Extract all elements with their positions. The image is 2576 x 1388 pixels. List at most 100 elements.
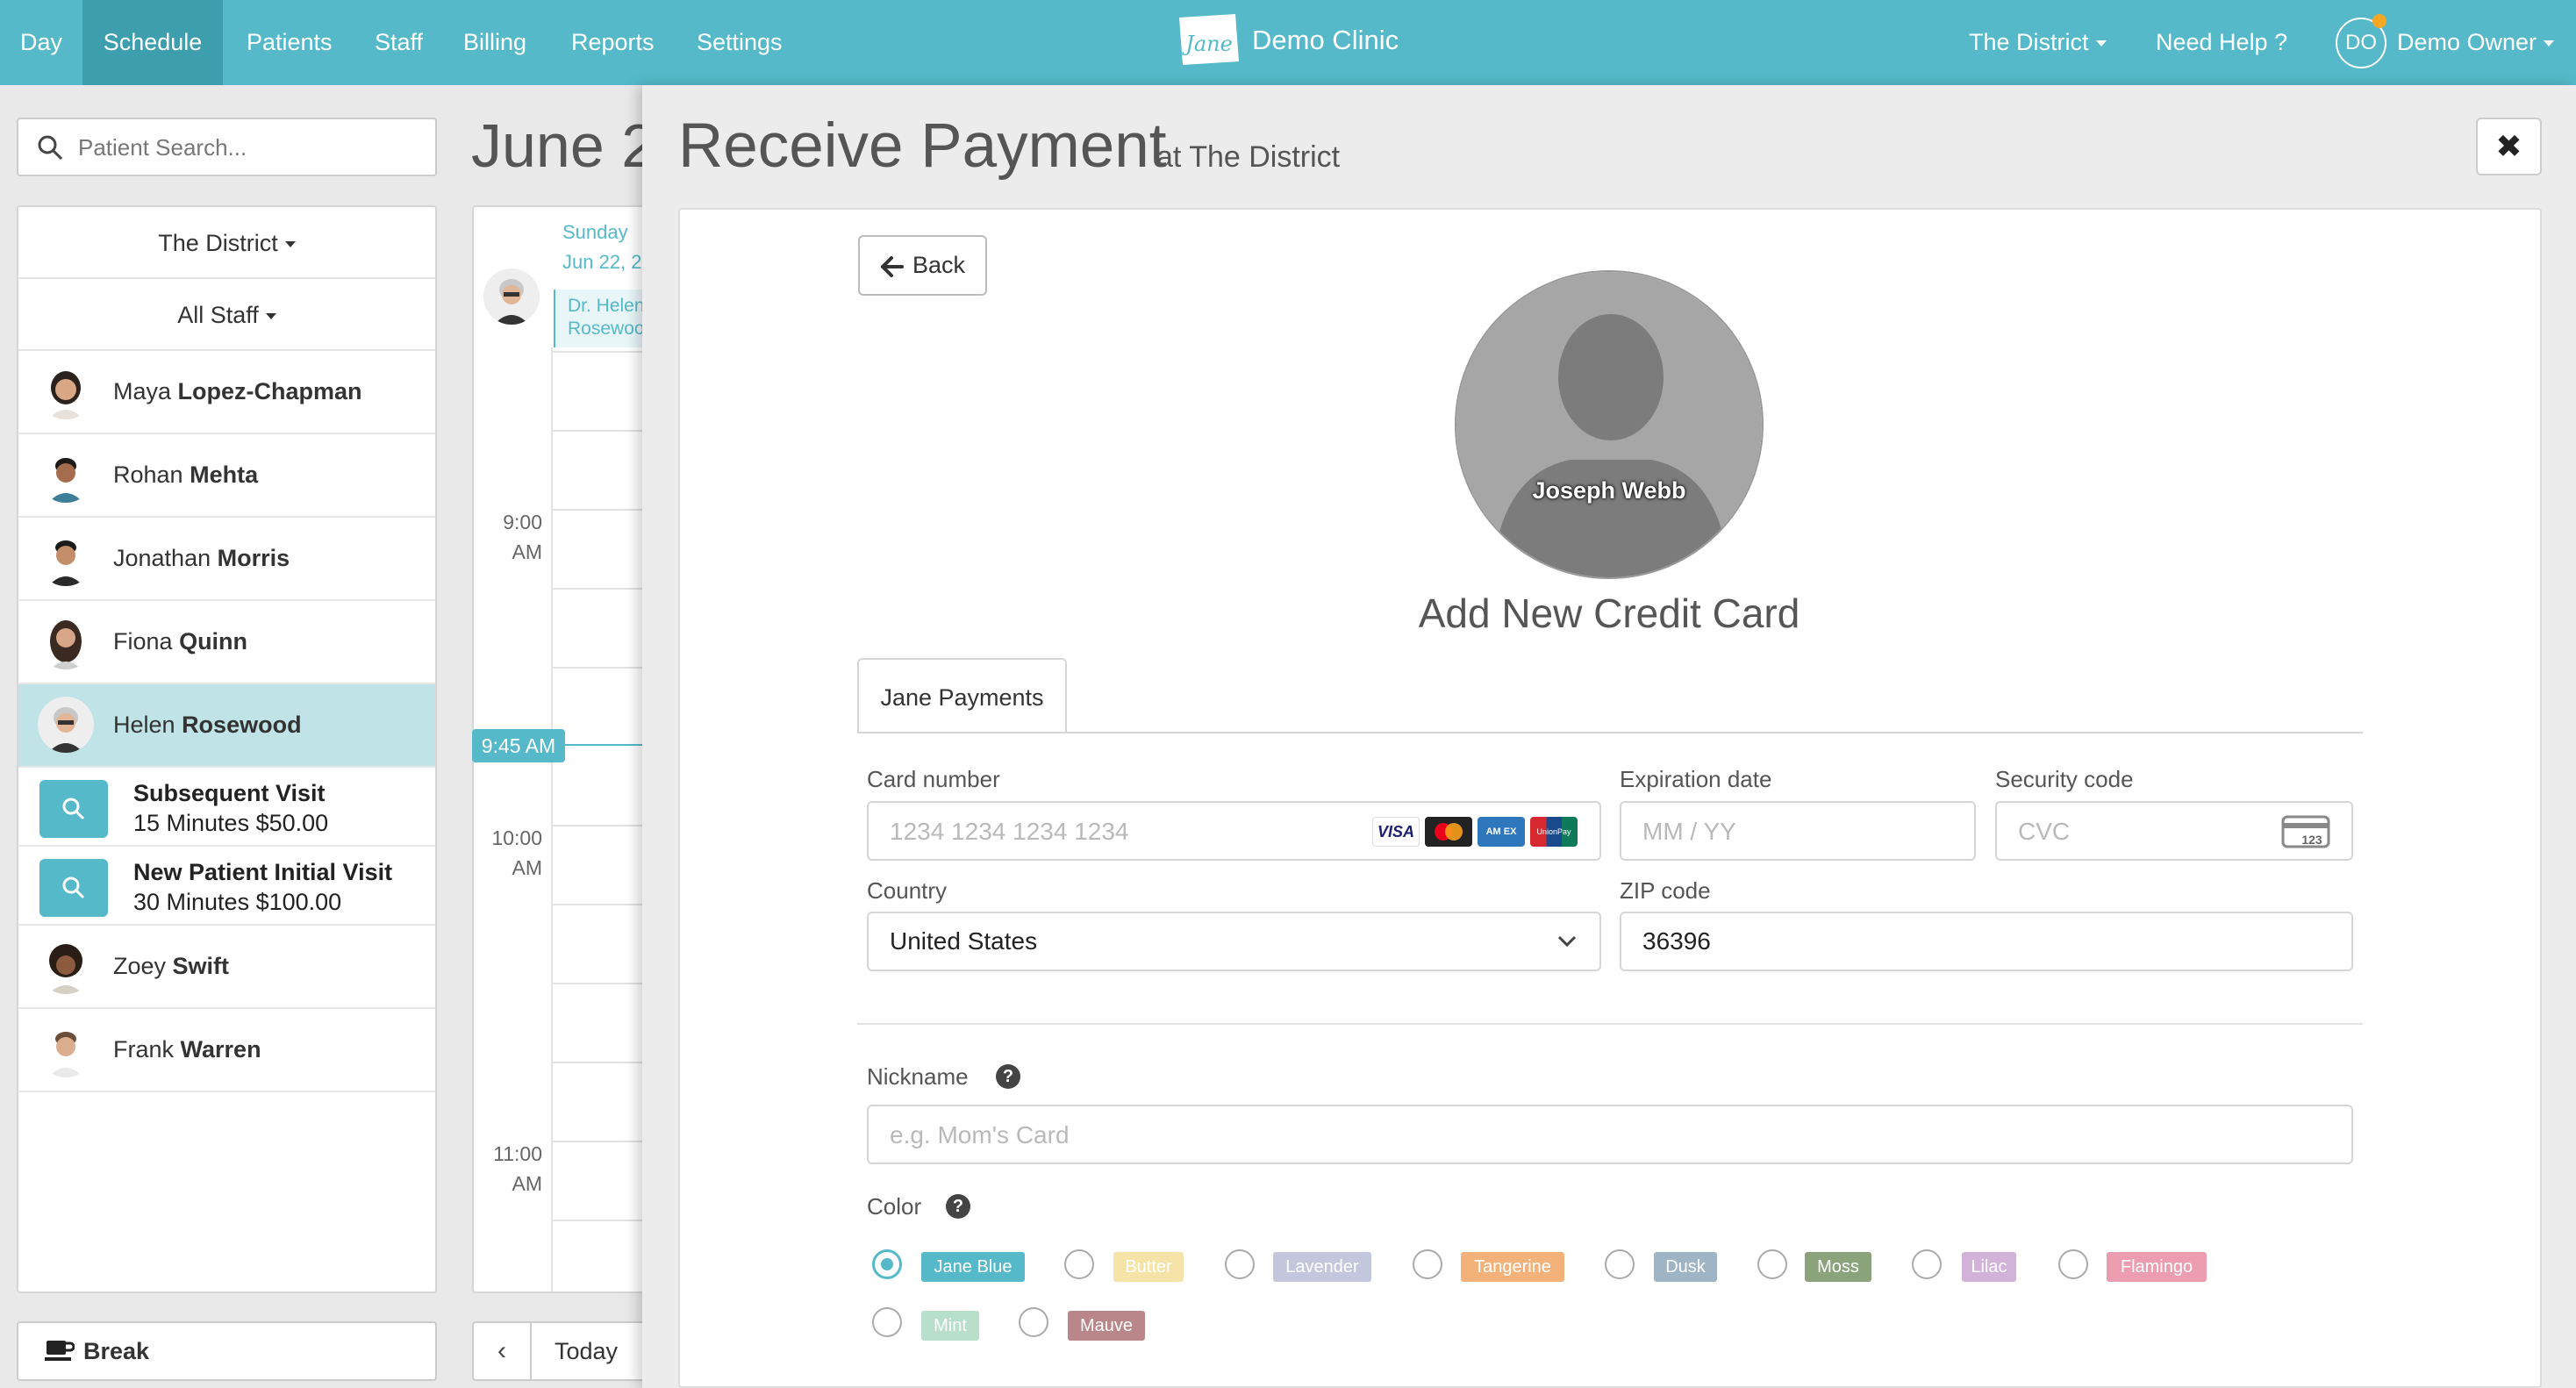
calendar-day-header[interactable]: Sunday Jun 22, 2 xyxy=(562,218,642,277)
card-number-input[interactable] xyxy=(890,815,1381,848)
patient-search[interactable] xyxy=(17,118,437,176)
jane-logo[interactable]: Jane xyxy=(1174,12,1244,68)
current-time-badge: 9:45 AM xyxy=(472,729,565,762)
section-divider xyxy=(857,1023,2363,1025)
help-icon[interactable]: ? xyxy=(996,1064,1020,1089)
color-swatch-mauve: Mauve xyxy=(1068,1311,1145,1341)
country-label: Country xyxy=(867,877,948,904)
location-filter[interactable]: The District xyxy=(18,207,435,279)
coffee-icon xyxy=(45,1341,75,1361)
country-select[interactable]: United States xyxy=(867,912,1601,971)
color-radio-moss[interactable] xyxy=(1757,1249,1787,1279)
grid-line xyxy=(552,667,648,669)
practitioner-line-2: Rosewood xyxy=(568,318,650,339)
nav-reports[interactable]: Reports xyxy=(571,0,655,85)
service-new-patient-initial-visit[interactable]: New Patient Initial Visit 30 Minutes $10… xyxy=(18,847,435,926)
search-button[interactable] xyxy=(39,859,108,917)
current-time-line xyxy=(565,744,653,746)
back-button[interactable]: Back xyxy=(858,235,987,296)
zip-value[interactable]: 36396 xyxy=(1642,913,1711,969)
search-button[interactable] xyxy=(39,780,108,838)
country-value: United States xyxy=(890,927,1038,955)
zip-field[interactable]: 36396 xyxy=(1620,912,2353,971)
caret-down-icon xyxy=(284,241,296,248)
help-icon[interactable]: ? xyxy=(946,1194,970,1219)
patient-search-input[interactable] xyxy=(78,132,420,163)
caret-down-icon xyxy=(2544,40,2555,47)
notification-dot xyxy=(2372,14,2386,28)
staff-name: Rohan Mehta xyxy=(113,461,259,488)
staff-row-zoey-swift[interactable]: Zoey Swift xyxy=(18,926,435,1009)
nav-settings[interactable]: Settings xyxy=(697,0,783,85)
close-icon: ✖ xyxy=(2495,128,2522,164)
practitioner-column-header[interactable]: Dr. Helen Rosewood xyxy=(554,290,650,347)
staff-name: Fiona Quinn xyxy=(113,628,248,655)
user-menu[interactable]: Demo Owner xyxy=(2397,0,2555,85)
search-icon xyxy=(38,135,63,161)
location-dropdown[interactable]: The District xyxy=(1969,0,2107,85)
avatar xyxy=(38,447,94,503)
staff-filter[interactable]: All Staff xyxy=(18,279,435,351)
nav-schedule[interactable]: Schedule xyxy=(82,0,223,85)
color-radio-butter[interactable] xyxy=(1064,1249,1094,1279)
nav-staff[interactable]: Staff xyxy=(375,0,423,85)
staff-row-fiona-quinn[interactable]: Fiona Quinn xyxy=(18,601,435,684)
color-swatch-flamingo: Flamingo xyxy=(2107,1252,2207,1282)
amex-icon: AM EX xyxy=(1478,817,1525,847)
service-title: Subsequent Visit xyxy=(133,780,326,806)
staff-row-rohan-mehta[interactable]: Rohan Mehta xyxy=(18,434,435,518)
color-radio-tangerine[interactable] xyxy=(1413,1249,1442,1279)
color-radio-flamingo[interactable] xyxy=(2058,1249,2088,1279)
grid-line xyxy=(552,1062,648,1063)
tab-jane-payments[interactable]: Jane Payments xyxy=(857,658,1067,733)
color-radio-dusk[interactable] xyxy=(1605,1249,1635,1279)
grid-line xyxy=(552,509,648,511)
today-button[interactable]: Today xyxy=(555,1323,618,1379)
expiration-input[interactable] xyxy=(1642,815,1958,848)
staff-row-maya-lopez-chapman[interactable]: Maya Lopez-Chapman xyxy=(18,351,435,434)
color-radio-lilac[interactable] xyxy=(1912,1249,1942,1279)
nav-day[interactable]: Day xyxy=(0,0,82,85)
nickname-input[interactable] xyxy=(890,1119,2293,1152)
security-code-input[interactable] xyxy=(2018,815,2264,848)
svg-text:123: 123 xyxy=(2301,833,2322,847)
staff-panel: The District All Staff Maya Lopez-Chapma… xyxy=(17,205,437,1293)
calendar-navigation: ‹ Today xyxy=(472,1321,656,1381)
staff-row-jonathan-morris[interactable]: Jonathan Morris xyxy=(18,518,435,601)
close-button[interactable]: ✖ xyxy=(2476,118,2542,175)
search-icon xyxy=(62,798,85,820)
service-subsequent-visit[interactable]: Subsequent Visit 15 Minutes $50.00 xyxy=(18,768,435,847)
grid-line xyxy=(552,1220,648,1221)
color-swatch-mint: Mint xyxy=(921,1311,979,1341)
modal-subtitle: at The District xyxy=(1156,140,1341,174)
color-radio-jane-blue[interactable] xyxy=(872,1249,902,1279)
card-number-field[interactable]: VISA AM EX UnionPay xyxy=(867,801,1601,861)
service-detail: 15 Minutes $50.00 xyxy=(133,810,329,836)
nickname-field[interactable] xyxy=(867,1105,2353,1164)
expiration-field[interactable] xyxy=(1620,801,1976,861)
expiration-label: Expiration date xyxy=(1620,766,1772,792)
security-code-field[interactable]: 123 xyxy=(1995,801,2353,861)
staff-name: Helen Rosewood xyxy=(113,712,302,738)
time-label-11am: 11:00 AM xyxy=(493,1142,542,1195)
break-button[interactable]: Break xyxy=(17,1321,437,1381)
color-swatch-moss: Moss xyxy=(1805,1252,1871,1282)
break-label: Break xyxy=(83,1338,150,1364)
nav-patients[interactable]: Patients xyxy=(247,0,333,85)
staff-row-helen-rosewood[interactable]: Helen Rosewood xyxy=(18,684,435,768)
color-swatch-tangerine: Tangerine xyxy=(1461,1252,1564,1282)
nav-billing[interactable]: Billing xyxy=(463,0,526,85)
need-help-link[interactable]: Need Help ? xyxy=(2156,0,2287,85)
prev-day-button[interactable]: ‹ xyxy=(474,1323,532,1379)
avatar xyxy=(38,363,94,419)
color-radio-lavender[interactable] xyxy=(1225,1249,1255,1279)
staff-row-frank-warren[interactable]: Frank Warren xyxy=(18,1009,435,1092)
color-radio-mint[interactable] xyxy=(872,1307,902,1337)
color-radio-mauve[interactable] xyxy=(1019,1307,1048,1337)
grid-line xyxy=(552,430,648,432)
location-label: The District xyxy=(1969,29,2089,55)
color-swatch-jane-blue: Jane Blue xyxy=(921,1252,1025,1282)
user-name: Demo Owner xyxy=(2397,29,2537,55)
chevron-down-icon xyxy=(1557,935,1577,948)
grid-line xyxy=(552,588,648,590)
